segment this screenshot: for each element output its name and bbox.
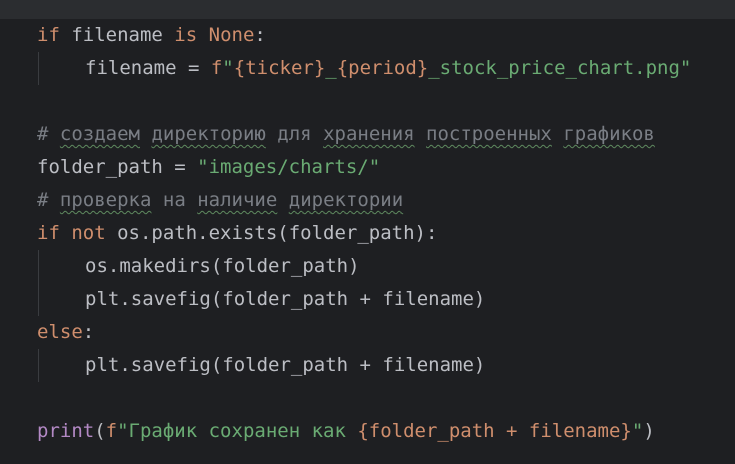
indent-guide: [38, 52, 39, 85]
code-text: ): [643, 420, 655, 442]
code-text: plt.savefig(folder_path + filename): [85, 288, 486, 310]
keyword-if: if: [37, 222, 60, 244]
keyword-not: not: [71, 222, 106, 244]
comment-hash: #: [37, 123, 49, 145]
comment-word: для: [277, 123, 312, 145]
code-text: filename =: [85, 57, 211, 79]
string-literal: "График сохранен как: [117, 420, 358, 442]
code-text: os.path.exists(folder_path):: [105, 222, 438, 244]
builtin-print: print: [37, 420, 95, 442]
keyword-none: None: [208, 24, 255, 46]
string-literal: ": [222, 57, 234, 79]
comment-word: проверка: [59, 189, 152, 211]
comment-word: наличие: [197, 189, 278, 211]
code-text: :: [82, 321, 95, 343]
code-line-1[interactable]: if filename is None:: [37, 19, 266, 52]
code-line-11[interactable]: plt.savefig(folder_path + filename): [85, 349, 485, 382]
string-literal: ": [631, 420, 644, 442]
code-text: plt.savefig(folder_path + filename): [85, 354, 486, 376]
code-line-7[interactable]: if not os.path.exists(folder_path):: [37, 217, 437, 250]
comment-word: хранения: [323, 123, 415, 145]
editor-tab-bar: [0, 0, 735, 19]
fstring-placeholder: {folder_path + filename}: [357, 420, 632, 442]
string-literal: _: [325, 57, 337, 79]
code-line-9[interactable]: plt.savefig(folder_path + filename): [85, 283, 485, 316]
code-text: :: [254, 24, 266, 46]
indent-guide: [38, 250, 39, 316]
code-text: (: [94, 420, 106, 442]
code-text: filename: [59, 24, 175, 46]
code-text: os.makedirs(folder_path): [85, 255, 360, 277]
comment-word: директорию: [151, 123, 266, 145]
code-line-6-comment[interactable]: # проверка на наличие директории: [37, 184, 403, 217]
string-literal: _stock_price_chart.png": [428, 57, 692, 79]
comment-word: директории: [288, 189, 404, 211]
fstring-placeholder: {period}: [336, 57, 429, 79]
code-text: folder_path =: [37, 156, 198, 178]
comment-word: создаем: [59, 123, 140, 145]
code-line-13[interactable]: print(f"График сохранен как {folder_path…: [37, 415, 655, 448]
fstring-prefix: f: [210, 57, 223, 79]
comment-word: на: [162, 189, 186, 211]
code-line-5[interactable]: folder_path = "images/charts/": [37, 151, 380, 184]
fstring-prefix: f: [105, 420, 118, 442]
code-editor[interactable]: if filename is None: filename = f"{ticke…: [0, 19, 735, 464]
code-line-8[interactable]: os.makedirs(folder_path): [85, 250, 360, 283]
comment-hash: #: [37, 189, 49, 211]
comment-word: графиков: [563, 123, 655, 145]
code-line-2[interactable]: filename = f"{ticker}_{period}_stock_pri…: [85, 52, 691, 85]
code-line-10[interactable]: else:: [37, 316, 94, 349]
fstring-placeholder: {ticker}: [233, 57, 326, 79]
keyword-is: is: [174, 24, 198, 46]
keyword-if: if: [37, 24, 60, 46]
string-literal: "images/charts/": [197, 156, 381, 178]
indent-guide: [38, 349, 39, 382]
code-line-4-comment[interactable]: # создаем директорию для хранения постро…: [37, 118, 655, 151]
comment-word: построенных: [426, 123, 552, 145]
keyword-else: else: [37, 321, 83, 343]
